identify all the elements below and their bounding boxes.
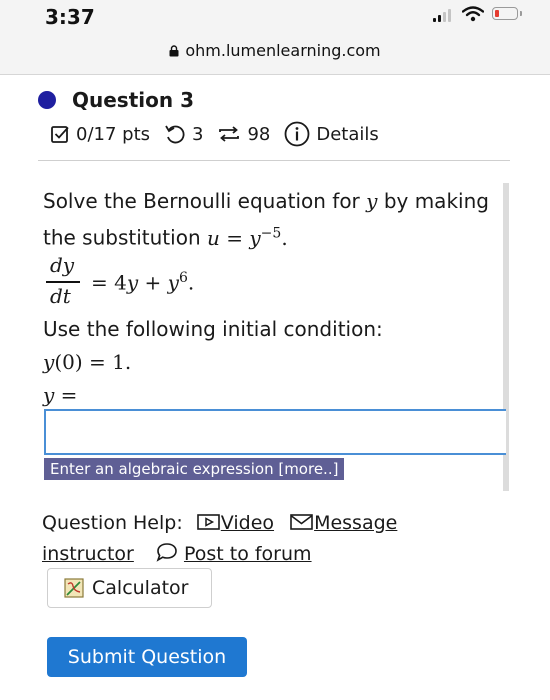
submit-question-button[interactable]: Submit Question xyxy=(47,637,247,677)
question-meta: 0/17 pts 3 98 Details xyxy=(50,121,393,147)
lock-icon xyxy=(169,45,179,57)
initial-condition-var: y xyxy=(43,350,55,374)
question-title: Question 3 xyxy=(72,88,194,112)
equation-rhs: = 4y + y6. xyxy=(91,270,194,295)
message-instructor-link[interactable]: instructor xyxy=(42,543,134,565)
substitution-exponent: −5 xyxy=(260,225,282,241)
substitution-period: . xyxy=(281,225,288,250)
submissions-count: 98 xyxy=(247,123,271,145)
info-icon[interactable] xyxy=(284,121,310,147)
prompt-text-end: by making xyxy=(383,189,489,213)
header-divider xyxy=(38,160,510,161)
question-status-dot-icon xyxy=(38,91,56,109)
fraction-bar xyxy=(46,281,80,283)
answer-label-var: y xyxy=(43,383,55,407)
substitution-label: the substitution xyxy=(43,225,201,250)
submissions-icon xyxy=(219,126,240,142)
calculator-label: Calculator xyxy=(92,577,189,599)
equation-denominator: dt xyxy=(50,284,71,308)
rhs-prefix: = 4 xyxy=(91,270,127,295)
equation-numerator: dy xyxy=(50,253,75,277)
prompt-line-1: Solve the Bernoulli equation for y by ma… xyxy=(43,189,489,213)
prompt-line-2: the substitution u = y−5. xyxy=(43,225,288,250)
initial-condition: y(0) = 1. xyxy=(43,350,131,374)
post-to-forum-link[interactable]: Post to forum xyxy=(184,543,312,565)
answer-label: y = xyxy=(43,383,77,407)
url-text: ohm.lumenlearning.com xyxy=(185,41,381,60)
attempts-count: 3 xyxy=(192,123,204,145)
cellular-signal-icon xyxy=(433,8,455,22)
initial-condition-label: Use the following initial condition: xyxy=(43,317,383,341)
url-text-container[interactable]: ohm.lumenlearning.com xyxy=(0,41,550,60)
rhs-period: . xyxy=(187,270,195,295)
calculator-icon xyxy=(64,578,84,598)
wifi-icon xyxy=(462,6,484,22)
rhs-var-2: y xyxy=(167,270,179,295)
rhs-plus: + xyxy=(138,270,168,295)
question-help-line-1: Question Help: Video Message xyxy=(42,512,397,534)
prompt-text-start: Solve the Bernoulli equation for xyxy=(43,189,360,213)
calculator-button[interactable]: Calculator xyxy=(47,568,212,608)
substitution-equals: = xyxy=(226,225,243,250)
answer-label-equals: = xyxy=(54,383,78,407)
status-time: 3:37 xyxy=(45,5,95,29)
answer-input[interactable] xyxy=(44,409,506,455)
answer-hint-tooltip[interactable]: Enter an algebraic expression [more..] xyxy=(44,458,345,480)
points-text: 0/17 pts xyxy=(76,123,151,145)
video-link[interactable]: Video xyxy=(221,512,274,534)
details-link[interactable]: Details xyxy=(316,124,378,145)
substitution-base: y xyxy=(249,225,261,250)
battery-icon xyxy=(492,7,522,20)
question-help-line-2: instructor Post to forum xyxy=(42,542,312,565)
substitution-formula: u = y−5. xyxy=(206,225,288,250)
question-help-label: Question Help: xyxy=(42,512,183,534)
substitution-lhs: u xyxy=(206,225,220,250)
initial-condition-value: (0) = 1. xyxy=(54,350,132,374)
forum-speech-bubble-icon[interactable] xyxy=(156,542,178,562)
message-icon[interactable] xyxy=(290,513,314,531)
message-link[interactable]: Message xyxy=(314,512,397,534)
rhs-exponent: 6 xyxy=(178,270,188,286)
video-icon[interactable] xyxy=(196,513,221,531)
retry-icon xyxy=(165,125,185,144)
points-checkbox-icon xyxy=(51,126,69,143)
browser-url-bar[interactable]: ohm.lumenlearning.com xyxy=(0,36,550,75)
prompt-variable: y xyxy=(366,189,378,213)
status-bar: 3:37 xyxy=(0,0,550,36)
rhs-var-1: y xyxy=(126,270,139,295)
